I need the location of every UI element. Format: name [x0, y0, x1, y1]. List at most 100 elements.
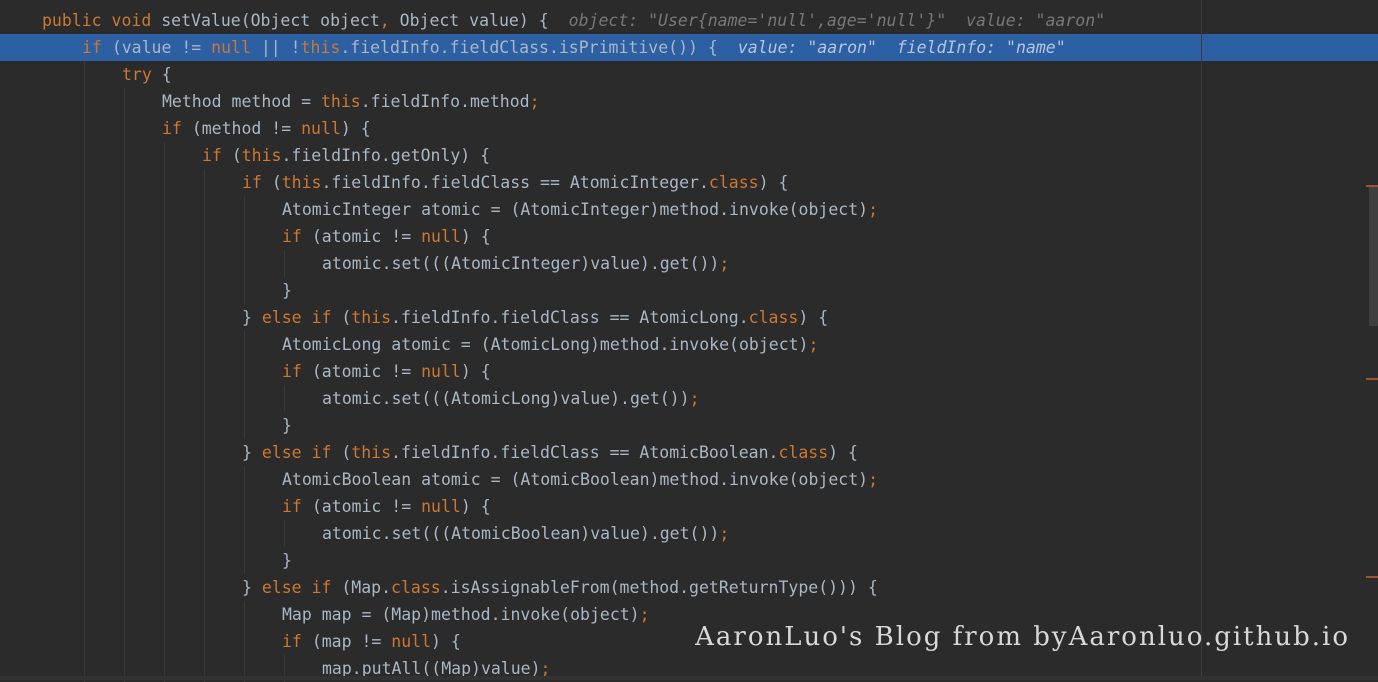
code-line[interactable]: public void setValue(Object object, Obje…: [0, 7, 1378, 34]
code-token: .fieldInfo.method: [360, 92, 530, 111]
code-token: (Map.: [341, 578, 392, 597]
code-text: if (this.fieldInfo.fieldClass == AtomicI…: [242, 169, 788, 196]
keyword-token: this: [320, 92, 361, 111]
code-token: || !: [260, 38, 301, 57]
code-text: AtomicBoolean atomic = (AtomicBoolean)me…: [282, 466, 878, 493]
keyword-token: try: [122, 65, 162, 84]
code-token: atomic.set(((AtomicInteger)value).get()): [322, 254, 720, 273]
keyword-token: null: [421, 227, 461, 246]
code-line[interactable]: } else if (this.fieldInfo.fieldClass == …: [0, 304, 1378, 331]
code-line[interactable]: }: [0, 547, 1378, 574]
code-line[interactable]: if (this.fieldInfo.fieldClass == AtomicI…: [0, 169, 1378, 196]
code-editor[interactable]: public void setValue(Object object, Obje…: [0, 0, 1378, 682]
code-token: setValue(Object object: [161, 11, 380, 30]
code-text: if (value != null || !this.fieldInfo.fie…: [82, 34, 1066, 61]
code-token: atomic.set(((AtomicBoolean)value).get()): [322, 524, 720, 543]
code-token: }: [242, 578, 262, 597]
keyword-token: null: [421, 497, 461, 516]
code-text: Map map = (Map)method.invoke(object);: [282, 601, 650, 628]
code-token: (: [271, 173, 282, 192]
code-token: (: [231, 146, 242, 165]
code-token: }: [282, 551, 292, 570]
code-line[interactable]: }: [0, 412, 1378, 439]
code-token: (: [341, 443, 352, 462]
code-token: atomic.set(((AtomicLong)value).get()): [322, 389, 690, 408]
current-code-line[interactable]: if (value != null || !this.fieldInfo.fie…: [0, 34, 1378, 61]
code-token: .fieldInfo.fieldClass == AtomicInteger.: [321, 173, 709, 192]
code-token: (value !=: [111, 38, 212, 57]
code-line[interactable]: if (this.fieldInfo.getOnly) {: [0, 142, 1378, 169]
keyword-token: null: [211, 38, 261, 57]
code-token: ) {: [431, 632, 461, 651]
keyword-token: ;: [868, 470, 879, 489]
code-token: AtomicLong atomic = (AtomicLong)method.i…: [282, 335, 809, 354]
keyword-token: else if: [261, 308, 342, 327]
code-token: .fieldInfo.fieldClass == AtomicBoolean.: [391, 443, 779, 462]
error-stripe-marker[interactable]: [1366, 185, 1378, 187]
code-token: (method !=: [191, 119, 302, 138]
code-token: (atomic !=: [311, 227, 422, 246]
error-stripe-marker[interactable]: [1366, 378, 1378, 380]
code-token: (atomic !=: [311, 497, 422, 516]
vertical-scrollbar-thumb[interactable]: [1369, 186, 1378, 326]
keyword-token: null: [301, 119, 341, 138]
keyword-token: if: [282, 632, 312, 651]
code-text: atomic.set(((AtomicLong)value).get());: [322, 385, 700, 412]
code-token: }: [282, 416, 292, 435]
code-token: .isAssignableFrom(method.getReturnType()…: [440, 578, 878, 597]
code-token: ) {: [460, 497, 491, 516]
code-text: if (atomic != null) {: [282, 223, 491, 250]
keyword-token: this: [281, 173, 322, 192]
keyword-token: else if: [261, 443, 342, 462]
keyword-token: if: [202, 146, 232, 165]
error-stripe-marker[interactable]: [1366, 576, 1378, 578]
keyword-token: void: [111, 11, 162, 30]
keyword-token: if: [282, 497, 312, 516]
code-token: AtomicBoolean atomic = (AtomicBoolean)me…: [282, 470, 869, 489]
code-token: ) {: [828, 443, 858, 462]
code-token: (: [341, 308, 352, 327]
code-text: if (atomic != null) {: [282, 358, 491, 385]
code-text: } else if (this.fieldInfo.fieldClass == …: [242, 304, 828, 331]
keyword-token: null: [421, 362, 461, 381]
code-line[interactable]: atomic.set(((AtomicLong)value).get());: [0, 385, 1378, 412]
code-line[interactable]: if (atomic != null) {: [0, 493, 1378, 520]
code-text: atomic.set(((AtomicBoolean)value).get())…: [322, 520, 729, 547]
keyword-token: public: [42, 11, 112, 30]
code-text: atomic.set(((AtomicInteger)value).get())…: [322, 250, 729, 277]
keyword-token: if: [82, 38, 112, 57]
code-text: AtomicInteger atomic = (AtomicInteger)me…: [282, 196, 878, 223]
code-text: }: [282, 412, 292, 439]
keyword-token: if: [282, 227, 312, 246]
code-line[interactable]: atomic.set(((AtomicBoolean)value).get())…: [0, 520, 1378, 547]
code-line[interactable]: } else if (Map.class.isAssignableFrom(me…: [0, 574, 1378, 601]
code-line[interactable]: if (method != null) {: [0, 115, 1378, 142]
code-token: Method method =: [162, 92, 321, 111]
keyword-token: ;: [689, 389, 700, 408]
code-text: }: [282, 547, 292, 574]
debug-inline-value-hint: object: "User{name='null',age='null'}" v…: [568, 11, 1106, 30]
code-line[interactable]: atomic.set(((AtomicInteger)value).get())…: [0, 250, 1378, 277]
keyword-token: if: [242, 173, 272, 192]
code-line[interactable]: } else if (this.fieldInfo.fieldClass == …: [0, 439, 1378, 466]
code-text: }: [282, 277, 292, 304]
code-text: Method method = this.fieldInfo.method;: [162, 88, 540, 115]
keyword-token: this: [241, 146, 282, 165]
code-token: ) {: [460, 227, 491, 246]
debug-inline-value-hint: value: "aaron" fieldInfo: "name": [737, 38, 1066, 57]
keyword-token: ;: [868, 200, 879, 219]
code-line[interactable]: AtomicInteger atomic = (AtomicInteger)me…: [0, 196, 1378, 223]
code-token: }: [282, 281, 292, 300]
keyword-token: ;: [529, 92, 540, 111]
code-line[interactable]: try {: [0, 61, 1378, 88]
code-token: .fieldInfo.getOnly) {: [281, 146, 491, 165]
code-line[interactable]: AtomicLong atomic = (AtomicLong)method.i…: [0, 331, 1378, 358]
code-line[interactable]: if (atomic != null) {: [0, 223, 1378, 250]
code-text: if (this.fieldInfo.getOnly) {: [202, 142, 490, 169]
keyword-token: this: [300, 38, 341, 57]
code-line[interactable]: }: [0, 277, 1378, 304]
code-line[interactable]: AtomicBoolean atomic = (AtomicBoolean)me…: [0, 466, 1378, 493]
keyword-token: if: [282, 362, 312, 381]
code-line[interactable]: if (atomic != null) {: [0, 358, 1378, 385]
code-line[interactable]: Method method = this.fieldInfo.method;: [0, 88, 1378, 115]
